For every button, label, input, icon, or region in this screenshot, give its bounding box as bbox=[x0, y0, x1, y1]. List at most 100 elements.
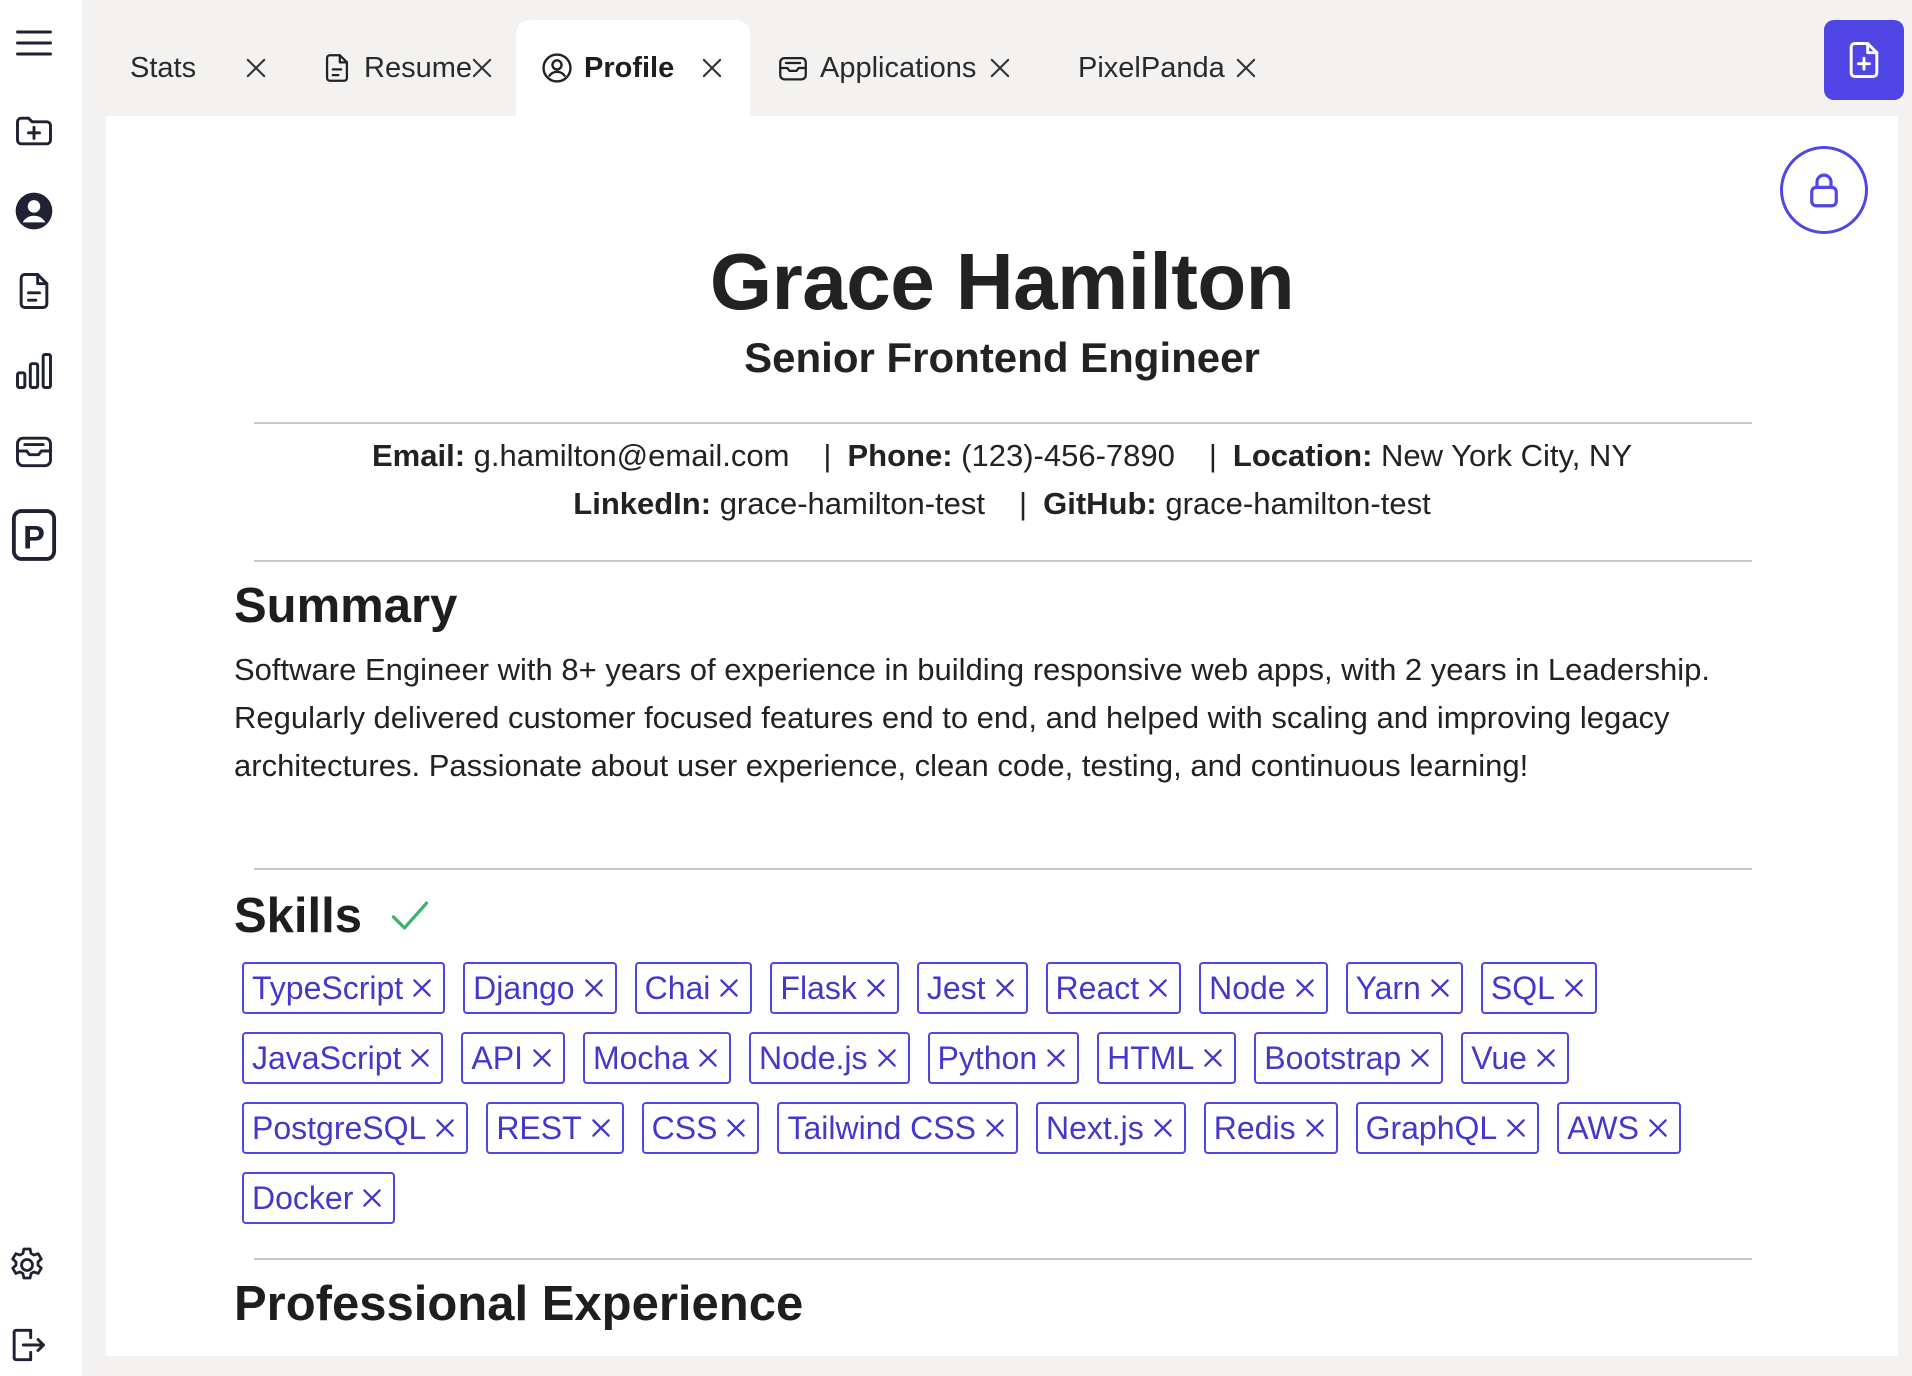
skill-label: Yarn bbox=[1355, 969, 1421, 1006]
summary-heading: Summary bbox=[234, 579, 458, 633]
separator: | bbox=[1019, 486, 1028, 521]
remove-skill-icon[interactable] bbox=[407, 1045, 433, 1071]
remove-skill-icon[interactable] bbox=[1427, 975, 1453, 1001]
document-icon[interactable] bbox=[11, 268, 57, 314]
skill-chip: Node.js bbox=[749, 1032, 910, 1084]
skill-chip: Vue bbox=[1461, 1032, 1569, 1084]
skill-chip: React bbox=[1045, 962, 1182, 1014]
skill-chip: Chai bbox=[634, 962, 753, 1014]
skill-chip: JavaScript bbox=[242, 1032, 444, 1084]
remove-skill-icon[interactable] bbox=[695, 1045, 721, 1071]
remove-skill-icon[interactable] bbox=[992, 975, 1018, 1001]
remove-skill-icon[interactable] bbox=[1645, 1115, 1671, 1141]
remove-skill-icon[interactable] bbox=[359, 1185, 385, 1211]
skill-chip: Tailwind CSS bbox=[777, 1102, 1018, 1154]
pixelpanda-logo-icon[interactable]: P bbox=[11, 506, 57, 564]
profile-name: Grace Hamilton bbox=[709, 237, 1295, 326]
close-icon[interactable] bbox=[986, 54, 1014, 82]
remove-skill-icon[interactable] bbox=[982, 1115, 1008, 1141]
skill-chip: Next.js bbox=[1035, 1102, 1186, 1154]
skill-label: Node.js bbox=[759, 1039, 868, 1076]
remove-skill-icon[interactable] bbox=[588, 1115, 614, 1141]
skill-label: Flask bbox=[780, 969, 857, 1006]
skills-heading: Skills bbox=[234, 889, 363, 943]
tab-label: PixelPanda bbox=[1078, 51, 1225, 84]
phone-label: Phone: bbox=[847, 438, 953, 473]
divider bbox=[254, 560, 1752, 562]
skill-label: Docker bbox=[252, 1179, 354, 1216]
contact-line-1: Email: g.hamilton@email.com | Phone: (123)… bbox=[106, 438, 1898, 474]
tab-bar: Stats Resume Profile Applications PixelP… bbox=[82, 0, 1912, 116]
tab-applications[interactable]: Applications bbox=[752, 20, 1052, 116]
remove-skill-icon[interactable] bbox=[723, 1115, 749, 1141]
folder-plus-icon[interactable] bbox=[11, 108, 57, 154]
skill-chip: REST bbox=[486, 1102, 624, 1154]
skill-label: AWS bbox=[1567, 1109, 1639, 1146]
bar-chart-icon[interactable] bbox=[11, 348, 57, 394]
new-document-button[interactable] bbox=[1824, 20, 1904, 100]
skill-chip: Yarn bbox=[1345, 962, 1463, 1014]
skill-label: Mocha bbox=[592, 1039, 690, 1076]
file-plus-icon bbox=[1849, 42, 1879, 78]
remove-skill-icon[interactable] bbox=[1407, 1045, 1433, 1071]
tab-label: Applications bbox=[820, 51, 977, 84]
remove-skill-icon[interactable] bbox=[409, 975, 435, 1001]
inbox-icon[interactable] bbox=[11, 428, 57, 474]
close-icon[interactable] bbox=[1232, 54, 1260, 82]
remove-skill-icon[interactable] bbox=[1150, 1115, 1176, 1141]
remove-skill-icon[interactable] bbox=[716, 975, 742, 1001]
skill-label: API bbox=[471, 1039, 523, 1076]
close-icon[interactable] bbox=[468, 54, 496, 82]
skill-chip: AWS bbox=[1557, 1102, 1681, 1154]
remove-skill-icon[interactable] bbox=[1561, 975, 1587, 1001]
skill-label: Jest bbox=[926, 969, 986, 1006]
location-label: Location: bbox=[1232, 438, 1373, 473]
close-icon[interactable] bbox=[242, 54, 270, 82]
user-circle-icon[interactable] bbox=[11, 188, 57, 234]
remove-skill-icon[interactable] bbox=[432, 1115, 458, 1141]
gear-icon[interactable] bbox=[4, 1242, 50, 1288]
check-icon bbox=[391, 901, 429, 930]
skills-list: TypeScript Django Chai Flask Jest React Node Ya… bbox=[242, 962, 1742, 1224]
menu-icon[interactable] bbox=[11, 20, 57, 66]
document-icon bbox=[320, 51, 354, 85]
remove-skill-icon[interactable] bbox=[1292, 975, 1318, 1001]
skill-label: SQL bbox=[1490, 969, 1555, 1006]
remove-skill-icon[interactable] bbox=[581, 975, 607, 1001]
tab-profile[interactable]: Profile bbox=[516, 20, 750, 116]
skill-chip: SQL bbox=[1480, 962, 1597, 1014]
close-icon[interactable] bbox=[698, 54, 726, 82]
tab-pixelpanda[interactable]: PixelPanda bbox=[1054, 20, 1310, 116]
remove-skill-icon[interactable] bbox=[1533, 1045, 1559, 1071]
skill-chip: Docker bbox=[242, 1172, 396, 1224]
summary-text: Software Engineer with 8+ years of exper… bbox=[234, 652, 1710, 783]
remove-skill-icon[interactable] bbox=[1503, 1115, 1529, 1141]
skill-label: Chai bbox=[644, 969, 711, 1006]
remove-skill-icon[interactable] bbox=[874, 1045, 900, 1071]
location-value: New York City, NY bbox=[1381, 438, 1632, 473]
remove-skill-icon[interactable] bbox=[529, 1045, 555, 1071]
divider bbox=[254, 1258, 1752, 1260]
email-label: Email: bbox=[371, 438, 466, 473]
user-circle-icon bbox=[540, 51, 574, 85]
skill-label: GraphQL bbox=[1365, 1109, 1498, 1146]
separator: | bbox=[1208, 438, 1217, 473]
skill-label: Node bbox=[1209, 969, 1286, 1006]
remove-skill-icon[interactable] bbox=[1200, 1045, 1226, 1071]
skill-label: Next.js bbox=[1045, 1109, 1144, 1146]
remove-skill-icon[interactable] bbox=[1043, 1045, 1069, 1071]
tab-resume[interactable]: Resume bbox=[296, 20, 526, 116]
skill-label: Django bbox=[473, 969, 575, 1006]
divider bbox=[254, 422, 1752, 424]
logout-icon[interactable] bbox=[4, 1322, 50, 1368]
tab-stats[interactable]: Stats bbox=[106, 20, 296, 116]
left-sidebar: P bbox=[0, 0, 82, 1376]
skill-chip: CSS bbox=[641, 1102, 760, 1154]
skill-label: CSS bbox=[651, 1109, 718, 1146]
remove-skill-icon[interactable] bbox=[863, 975, 889, 1001]
remove-skill-icon[interactable] bbox=[1302, 1115, 1328, 1141]
separator: | bbox=[823, 438, 832, 473]
lock-icon bbox=[1810, 173, 1838, 208]
lock-button[interactable] bbox=[1780, 146, 1868, 234]
remove-skill-icon[interactable] bbox=[1145, 975, 1171, 1001]
